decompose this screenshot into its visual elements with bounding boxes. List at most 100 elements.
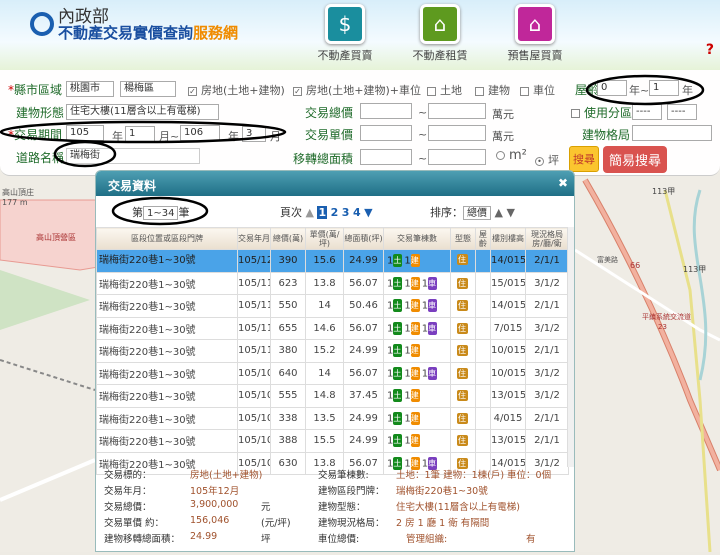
range-select[interactable]: 1~34 (143, 206, 179, 220)
next-page-icon[interactable]: ▼ (364, 206, 372, 219)
easy-search-button[interactable]: 簡易搜尋 (603, 146, 668, 173)
page-4[interactable]: 4 (353, 206, 361, 219)
parking-tag-icon: 車 (428, 299, 438, 313)
map-label: 高山頂營區 (36, 232, 76, 242)
type-cell: 住 (450, 384, 476, 408)
unit-price-cell: 14 (305, 294, 344, 318)
detail-value: 24.99 (190, 531, 218, 542)
nav-presale[interactable]: ⌂ 預售屋買賣 (500, 4, 570, 63)
age-from-input[interactable]: 0 (597, 80, 627, 96)
dialog-title: 交易資料 (108, 179, 157, 193)
transaction-dialog: 交易資料 ✖ 第 1~34 筆 頁次 ▲ 1 2 3 4 ▼ 排序： 總價 ▲ ▼ 區段… (95, 170, 575, 552)
unit-price-cell: 14.8 (305, 384, 344, 408)
sort-asc-icon[interactable]: ▲ (495, 206, 503, 219)
detail-unit: 坪 (261, 534, 271, 545)
age-cell (475, 429, 491, 453)
table-row[interactable]: 瑞梅街220巷1~30號 105/11 380 15.2 24.99 1土 1建 … (96, 339, 569, 363)
total-price-min[interactable] (360, 103, 412, 119)
age-to-input[interactable]: 1 (649, 80, 679, 96)
nav-sale[interactable]: $ 不動產買賣 (310, 4, 380, 63)
total-price-cell: 555 (270, 384, 306, 408)
district-select[interactable]: 楊梅區 (120, 81, 176, 97)
building-tag-icon: 建 (410, 434, 420, 448)
detail-unit: (元/坪) (261, 518, 291, 529)
detail-key: 交易單價 約： (104, 518, 165, 529)
zoning-checkbox[interactable]: 使用分區 (571, 104, 632, 121)
site-title[interactable]: 不動產交易實價查詢服務網 (58, 22, 238, 43)
type-building[interactable]: 建物 (475, 82, 510, 98)
map-label: 66 (630, 261, 640, 270)
unit-price-cell: 15.5 (305, 429, 344, 453)
unit-price-min[interactable] (360, 125, 412, 141)
table-row[interactable]: 瑞梅街220巷1~30號 105/11 550 14 50.46 1土 1建 1車 … (96, 294, 569, 318)
residential-tag-icon: 住 (456, 277, 468, 289)
table-row[interactable]: 瑞梅街220巷1~30號 105/10 555 14.8 37.45 1土 1建 … (96, 384, 569, 408)
period-to-year[interactable]: 106 (180, 125, 220, 141)
pagination: 頁次 ▲ 1 2 3 4 ▼ (280, 206, 373, 219)
table-row[interactable]: 瑞梅街220巷1~30號 105/10 388 15.5 24.99 1土 1建 … (96, 429, 569, 453)
column-header: 屋齡 (475, 227, 491, 250)
nav-rent[interactable]: ⌂ 不動產租賃 (405, 4, 475, 63)
age-cell (475, 339, 491, 363)
area-min[interactable] (360, 149, 412, 165)
count-cell: 1土 1建 (383, 339, 451, 363)
page-2[interactable]: 2 (331, 206, 339, 219)
table-scrollbar[interactable] (567, 227, 574, 467)
unit-price-max[interactable] (428, 125, 486, 141)
unit-m2-radio[interactable]: m² (496, 148, 527, 163)
area-max[interactable] (428, 149, 486, 165)
table-row[interactable]: 瑞梅街220巷1~30號 105/11 623 13.8 56.07 1土 1建 1… (96, 271, 569, 295)
unit-ping-radio[interactable]: • 坪 (535, 152, 559, 168)
detail-value: 2 房 1 廳 1 衛 有隔間 (396, 518, 490, 529)
address-cell: 瑞梅街220巷1~30號 (96, 406, 238, 430)
road-label: 道路名稱 (16, 151, 65, 165)
type-house-parking[interactable]: ✓ 房地(土地+建物)+車位 (293, 82, 421, 98)
residential-tag-icon: 住 (456, 345, 468, 356)
zoning-select-1[interactable]: ---- (632, 104, 662, 120)
table-row[interactable]: 瑞梅街220巷1~30號 105/12 390 15.6 24.99 1土 1建 … (96, 249, 569, 273)
prev-page-icon[interactable]: ▲ (306, 206, 314, 219)
table-row[interactable]: 瑞梅街220巷1~30號 105/10 338 13.5 24.99 1土 1建 … (96, 406, 569, 430)
to-month-select[interactable]: 3 (242, 126, 266, 142)
building-type-select[interactable]: 住宅大樓(11層含以上有電梯) (66, 104, 219, 120)
city-select[interactable]: 桃園市 (66, 81, 114, 97)
layout-label: 建物格局 (582, 128, 631, 142)
from-month-select[interactable]: 1 (125, 126, 155, 142)
unit-price-cell: 13.5 (305, 406, 344, 430)
floor-cell: 14/015 (490, 294, 526, 318)
building-tag-icon: 建 (410, 389, 420, 403)
area-cell: 56.07 (343, 271, 384, 295)
type-land[interactable]: 土地 (427, 82, 462, 98)
floor-cell: 13/015 (490, 384, 526, 408)
date-cell: 105/10 (237, 429, 271, 453)
building-tag-icon: 建 (410, 411, 420, 425)
type-house[interactable]: ✓ 房地(土地+建物) (188, 82, 285, 98)
page-3[interactable]: 3 (342, 206, 350, 219)
type-parking[interactable]: 車位 (520, 82, 555, 98)
total-price-cell: 550 (270, 294, 306, 318)
detail-value: 有 (526, 534, 536, 545)
month-unit: 月 (270, 130, 281, 143)
close-icon[interactable]: ✖ (558, 176, 568, 190)
period-from-year[interactable]: 105 (66, 125, 104, 141)
table-row[interactable]: 瑞梅街220巷1~30號 105/11 655 14.6 56.07 1土 1建 1… (96, 316, 569, 340)
month-tilde: 月~ (159, 130, 180, 143)
search-button[interactable]: 搜尋 (569, 146, 599, 172)
address-cell: 瑞梅街220巷1~30號 (96, 361, 238, 385)
sort-desc-icon[interactable]: ▼ (506, 206, 514, 219)
table-row[interactable]: 瑞梅街220巷1~30號 105/10 640 14 56.07 1土 1建 1車 … (96, 361, 569, 385)
zoning-select-2[interactable]: ---- (667, 104, 697, 120)
road-input[interactable]: 瑞梅街 (66, 148, 200, 164)
detail-key: 交易總價： (104, 502, 152, 513)
unit-price-cell: 14 (305, 361, 344, 385)
total-price-max[interactable] (428, 103, 486, 119)
tilde: ~ (418, 106, 428, 119)
unit-price-label: 交易單價 (305, 128, 354, 142)
map-label: 富美路 (597, 255, 618, 264)
page-1[interactable]: 1 (317, 206, 328, 219)
help-icon[interactable]: ? (706, 42, 714, 58)
area-cell: 24.99 (343, 429, 384, 453)
layout-input[interactable] (632, 125, 712, 141)
layout-cell: 2/1/1 (525, 406, 569, 430)
sort-select[interactable]: 總價 (463, 206, 491, 220)
